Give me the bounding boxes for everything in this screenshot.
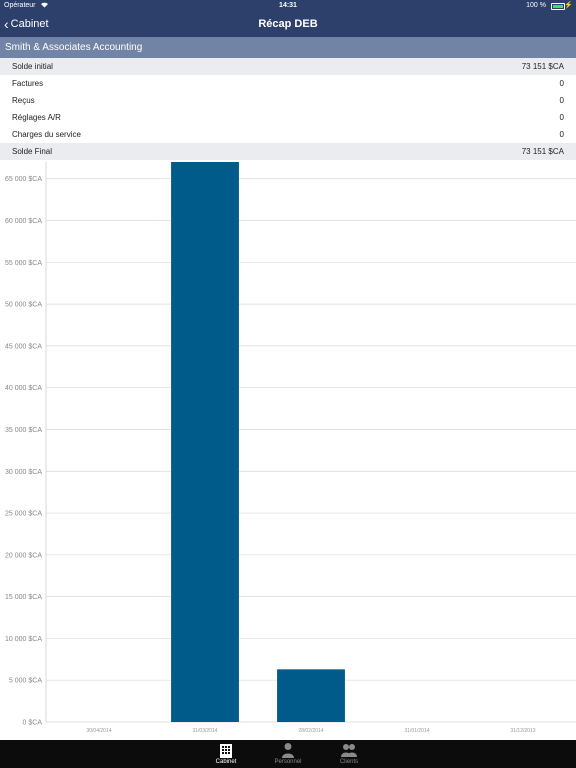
y-tick-label: 45 000 $CA [5, 343, 42, 350]
person-icon [282, 743, 294, 758]
y-tick-label: 30 000 $CA [5, 469, 42, 476]
y-tick-label: 0 $CA [23, 720, 43, 727]
summary-row: Reçus 0 [0, 92, 576, 109]
building-icon [220, 744, 232, 758]
summary-label: Réglages A/R [12, 113, 61, 122]
status-bar: Opérateur 14:31 100 % ⚡ [0, 0, 576, 13]
y-tick-label: 65 000 $CA [5, 176, 42, 183]
summary-row: Solde initial 73 151 $CA [0, 58, 576, 75]
summary-value: 73 151 $CA [521, 147, 564, 156]
bar[interactable] [277, 669, 345, 722]
tab-label: Personnel [274, 759, 302, 765]
summary-label: Solde initial [12, 62, 53, 71]
clock: 14:31 [279, 2, 297, 9]
charging-icon: ⚡ [564, 2, 573, 9]
x-tick-label: 31/01/2014 [404, 728, 429, 734]
battery-icon [551, 3, 565, 10]
tab-personnel[interactable]: Personnel [258, 740, 318, 768]
summary-value: 0 [559, 113, 564, 122]
chart-canvas: 0 $CA 5 000 $CA 10 000 $CA 15 000 $CA 20 000… [5, 162, 576, 734]
navigation-bar: ‹ Cabinet Récap DEB [0, 13, 576, 37]
summary-value: 0 [559, 130, 564, 139]
people-icon [341, 744, 357, 757]
battery-percent: 100 % [526, 2, 546, 9]
y-tick-label: 25 000 $CA [5, 511, 42, 518]
tab-cabinet[interactable]: Cabinet [196, 740, 256, 768]
tab-label: Cabinet [215, 759, 237, 765]
x-tick-label: 28/02/2014 [298, 728, 323, 734]
summary-value: 0 [559, 96, 564, 105]
bar[interactable] [171, 162, 239, 722]
summary-row: Réglages A/R 0 [0, 109, 576, 126]
summary-label: Factures [12, 79, 44, 88]
tab-clients[interactable]: Clients [319, 740, 379, 768]
tab-label: Clients [339, 759, 359, 765]
x-tick-label: 30/04/2014 [86, 728, 111, 734]
y-tick-label: 10 000 $CA [5, 636, 42, 643]
x-tick-label: 31/03/2014 [192, 728, 217, 734]
summary-row: Charges du service 0 [0, 126, 576, 143]
summary-label: Charges du service [12, 130, 81, 139]
summary-label: Reçus [12, 96, 35, 105]
y-tick-label: 20 000 $CA [5, 552, 42, 559]
y-tick-label: 5 000 $CA [9, 678, 42, 685]
y-tick-label: 50 000 $CA [5, 302, 42, 309]
balance-bar-chart: 0 $CA 5 000 $CA 10 000 $CA 15 000 $CA 20 000… [0, 159, 576, 740]
summary-row: Solde Final 73 151 $CA [0, 143, 576, 160]
y-tick-label: 15 000 $CA [5, 594, 42, 601]
y-tick-label: 60 000 $CA [5, 218, 42, 225]
y-tick-label: 35 000 $CA [5, 427, 42, 434]
page-title: Récap DEB [258, 18, 318, 30]
client-name-header: Smith & Associates Accounting [0, 37, 576, 58]
summary-label: Solde Final [12, 147, 53, 156]
summary-value: 0 [559, 79, 564, 88]
x-tick-label: 31/12/2013 [510, 728, 535, 734]
summary-row: Factures 0 [0, 75, 576, 92]
y-tick-label: 55 000 $CA [5, 260, 42, 267]
summary-value: 73 151 $CA [521, 62, 564, 71]
y-tick-label: 40 000 $CA [5, 385, 42, 392]
tab-bar: Cabinet Personnel Clients [0, 740, 576, 768]
